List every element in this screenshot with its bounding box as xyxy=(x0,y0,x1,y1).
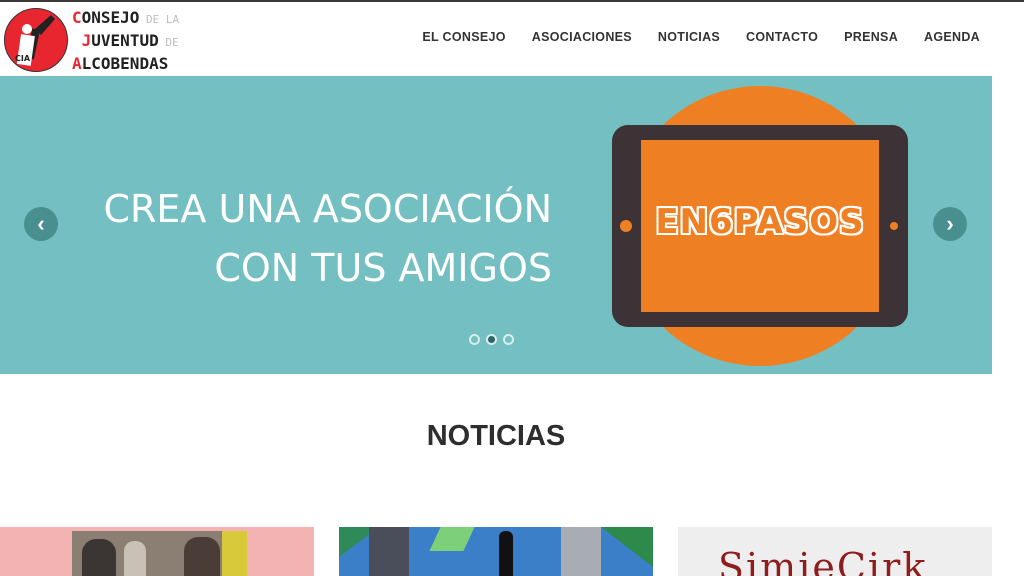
chevron-right-icon: › xyxy=(946,211,954,236)
slider-next-button[interactable]: › xyxy=(933,207,967,241)
slide-headline-line-2: CON TUS AMIGOS xyxy=(214,246,552,290)
news-card-2[interactable] xyxy=(339,527,653,576)
nav-item-asociaciones[interactable]: ASOCIACIONES xyxy=(532,30,632,44)
slider-dot-1[interactable] xyxy=(469,334,480,345)
slider-prev-button[interactable]: ‹ xyxy=(24,207,58,241)
slider-pagination xyxy=(469,334,514,345)
news-section-title: NOTICIAS xyxy=(426,420,566,452)
slide-headline-line-1: CREA UNA ASOCIACIÓN xyxy=(103,187,552,231)
nav-item-el-consejo[interactable]: EL CONSEJO xyxy=(422,30,505,44)
site-logo[interactable]: CIA CONSEJO DE LA JUVENTUD DE ALCOBENDAS xyxy=(4,5,219,73)
hero-slider: EN6PASOS CREA UNA ASOCIACIÓN CON TUS AMI… xyxy=(0,76,992,374)
main-nav: EL CONSEJO ASOCIACIONES NOTICIAS CONTACT… xyxy=(396,30,980,44)
nav-item-noticias[interactable]: NOTICIAS xyxy=(658,30,720,44)
nav-item-contacto[interactable]: CONTACTO xyxy=(746,30,818,44)
news-card-3-logo-text: SimieCirk xyxy=(718,545,928,576)
news-card-3[interactable]: SimieCirk xyxy=(678,527,992,576)
news-card-1[interactable] xyxy=(0,527,314,576)
tablet-screen: EN6PASOS xyxy=(641,140,879,312)
tablet-camera-dot xyxy=(620,220,632,232)
logo-line-1: CONSEJO DE LA xyxy=(72,8,180,27)
slide-tablet-graphic: EN6PASOS xyxy=(612,125,908,327)
news-card-1-image[interactable] xyxy=(72,531,247,576)
site-header: CIA CONSEJO DE LA JUVENTUD DE ALCOBENDAS… xyxy=(0,2,1024,76)
nav-item-prensa[interactable]: PRENSA xyxy=(844,30,898,44)
nav-item-agenda[interactable]: AGENDA xyxy=(924,30,980,44)
logo-line-2: JUVENTUD DE xyxy=(81,31,179,50)
slider-dot-3[interactable] xyxy=(503,334,514,345)
chevron-left-icon: ‹ xyxy=(37,211,45,236)
tablet-button-dot xyxy=(890,222,898,230)
logo-badge: CIA xyxy=(15,54,31,63)
logo-line-3: ALCOBENDAS xyxy=(72,54,169,73)
slide-headline[interactable]: CREA UNA ASOCIACIÓN CON TUS AMIGOS xyxy=(103,180,552,298)
logo-wordmark: CONSEJO DE LA JUVENTUD DE ALCOBENDAS xyxy=(72,7,179,74)
slider-dot-2[interactable] xyxy=(486,334,497,345)
tablet-screen-text: EN6PASOS xyxy=(655,202,865,242)
logo-emblem-icon: CIA xyxy=(4,8,68,72)
